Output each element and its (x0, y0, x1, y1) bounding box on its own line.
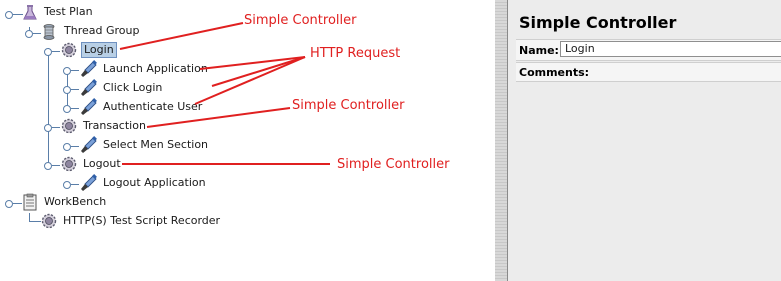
annotation-simple-controller-logout: Simple Controller (337, 157, 450, 172)
name-label: Name: (519, 44, 559, 57)
comments-label: Comments: (519, 66, 590, 79)
annotation-arrows (119, 22, 330, 165)
element-detail-panel: Simple Controller Name: Login Comments: (508, 0, 781, 281)
annotation-simple-controller-transaction: Simple Controller (292, 98, 405, 113)
annotation-http-request: HTTP Request (310, 46, 401, 61)
name-row: Name: Login (516, 39, 781, 61)
annotation-arrow-login (119, 22, 244, 50)
pane-splitter[interactable] (495, 0, 508, 281)
annotation-arrow-transaction (146, 107, 291, 128)
comments-row: Comments: (516, 62, 781, 82)
test-plan-tree: Test Plan Thread Group Login Launch Appl… (0, 0, 496, 281)
panel-title: Simple Controller (519, 13, 677, 32)
name-field[interactable]: Login (560, 41, 781, 57)
annotation-simple-controller-login: Simple Controller (244, 13, 357, 28)
